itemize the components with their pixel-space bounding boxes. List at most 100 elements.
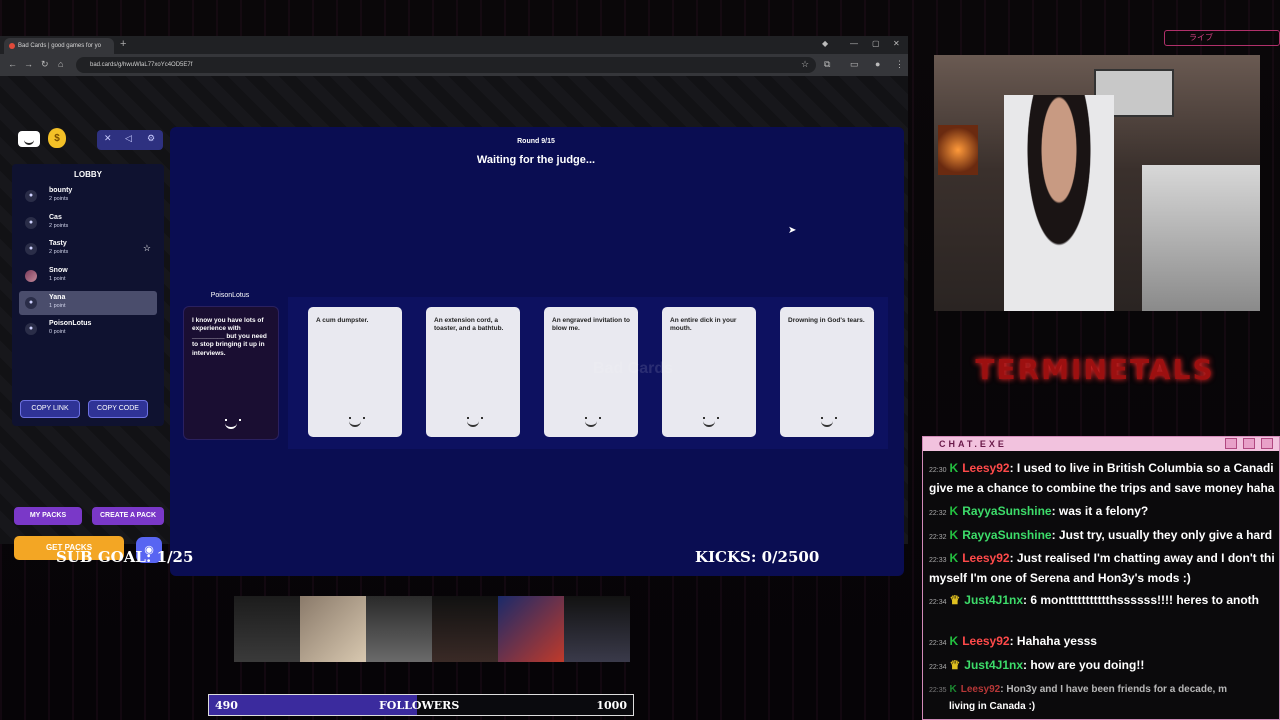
white-card-text: An entire dick in your mouth. [670,317,737,333]
white-card[interactable]: A cum dumpster. [308,307,402,437]
menu-icon[interactable]: ⋮ [895,59,904,70]
tab-title: Bad Cards | good games for yo [18,43,101,49]
smile-logo-icon [699,417,719,427]
chat-user[interactable]: Leesy92 [962,461,1009,475]
chat-text: : Just realised I'm chatting away and I … [1009,551,1275,565]
player-name: Cas [49,214,62,221]
chat-message: 22:34 ♛ Just4J1nx: how are you doing!! [929,658,1144,672]
user-icon: ● [25,217,37,229]
avatar [498,596,564,662]
sound-icon[interactable]: ◁ [125,133,132,144]
back-icon[interactable]: ← [8,59,17,69]
tab-bar: Bad Cards | good games for yo + ◆ — ▢ ✕ [0,36,908,54]
chat-user[interactable]: Leesy92 [962,634,1009,648]
chat-maximize-icon[interactable] [1243,438,1255,449]
smile-logo-icon [463,417,483,427]
chat-user[interactable]: Just4J1nx [964,658,1023,672]
copy-code-button[interactable]: COPY CODE [88,400,148,418]
game-board: Round 9/15 Waiting for the judge... ➤ Po… [170,127,904,576]
chat-user[interactable]: Just4J1nx [964,593,1023,607]
url-field[interactable]: bad.cards/g/hwuWlaL77xoYc4OD5E7f [76,57,816,73]
avatar [366,596,432,662]
followers-target: 1000 [596,699,627,712]
my-packs-button[interactable]: MY PACKS [14,507,82,525]
white-card-text: An engraved invitation to blow me. [552,317,631,333]
url-text: bad.cards/g/hwuWlaL77xoYc4OD5E7f [90,62,193,68]
player-name: Snow [49,267,68,274]
chat-close-icon[interactable] [1261,438,1273,449]
status-text: Waiting for the judge... [476,154,596,166]
top-decoration: ライブ [1164,30,1280,46]
white-card[interactable]: Drowning in God's tears. [780,307,874,437]
player-row[interactable]: ● Tasty 2 points ☆ [19,237,157,261]
chat-message: 22:30 K Leesy92: I used to live in British… [929,461,1274,475]
extensions-icon[interactable]: ⧉ [824,59,830,70]
player-row[interactable]: ● PoisonLotus 0 point [19,317,157,341]
favicon-icon [9,43,15,49]
followers-current: 490 [215,699,238,712]
money-bag-icon[interactable]: $ [48,128,66,148]
badge-icon: K [949,504,959,518]
maximize-icon[interactable]: ▢ [872,39,880,48]
lobby-panel: LOBBY ● bounty 2 points ● Cas 2 points ●… [12,164,164,426]
chat-user[interactable]: Leesy92 [962,551,1009,565]
sub-goal: SUB GOAL: 1/25 [56,548,194,566]
new-tab-icon[interactable]: + [120,38,126,50]
chat-text: : I used to live in British Columbia so … [1009,461,1274,475]
player-row[interactable]: ● bounty 2 points [19,184,157,208]
mute-icon[interactable]: ✕ [104,133,112,144]
player-points: 1 point [49,303,66,309]
avatar [25,270,37,282]
close-icon[interactable]: ✕ [893,39,900,48]
chat-user[interactable]: RayyaSunshine [962,528,1051,542]
followers-label: FOLLOWERS [379,699,460,712]
user-icon: ● [25,297,37,309]
smile-logo-icon [817,417,837,427]
avatar [300,596,366,662]
smile-logo-icon [345,417,365,427]
crown-badge-icon: ♛ [949,658,961,672]
mouse-cursor-icon: ➤ [788,225,797,236]
chat-message: 22:35 K Leesy92: Hon3y and I have been fri… [929,684,1227,695]
gear-icon[interactable]: ⚙ [147,133,155,144]
player-row-selected[interactable]: ● Yana 1 point [19,291,157,315]
bad-cards-logo[interactable] [18,131,40,147]
badge-icon: K [949,528,959,542]
address-bar-row: ← → ↻ ⌂ bad.cards/g/hwuWlaL77xoYc4OD5E7f… [0,54,908,76]
black-card-owner: PoisonLotus [210,292,250,299]
chat-minimize-icon[interactable] [1225,438,1237,449]
avatar [234,596,300,662]
black-card: I know you have lots of experience with … [184,307,278,439]
profile-icon[interactable]: ● [875,59,880,69]
white-card-text: An extension cord, a toaster, and a bath… [434,317,504,333]
reload-icon[interactable]: ↻ [41,59,49,70]
top-decoration-text: ライブ [1189,33,1213,42]
chat-message: 22:33 K Leesy92: Just realised I'm chattin… [929,551,1275,565]
chat-time: 22:32 [929,534,947,541]
sidepanel-icon[interactable]: ▭ [850,59,859,70]
chat-user[interactable]: RayyaSunshine [962,504,1051,518]
copy-link-button[interactable]: COPY LINK [20,400,80,418]
white-card[interactable]: An entire dick in your mouth. [662,307,756,437]
forward-icon[interactable]: → [24,59,33,69]
lobby-title: LOBBY [74,170,102,179]
chat-time: 22:34 [929,599,947,606]
chat-text: : Hon3y and I have been friends for a de… [1000,684,1227,695]
player-row[interactable]: Snow 1 point [19,264,157,288]
create-pack-button[interactable]: CREATE A PACK [92,507,164,525]
followers-goal-bar: 490 FOLLOWERS 1000 [208,694,634,716]
kicks-counter: KICKS: 0/2500 [695,548,820,566]
player-row[interactable]: ● Cas 2 points [19,211,157,235]
chat-user[interactable]: Leesy92 [961,684,1000,695]
chat-time: 22:35 [929,687,947,694]
bookmark-star-icon[interactable]: ☆ [801,59,809,70]
tab-search-icon[interactable]: ◆ [822,39,828,48]
white-card[interactable]: An extension cord, a toaster, and a bath… [426,307,520,437]
avatar [432,596,498,662]
home-icon[interactable]: ⌂ [58,59,63,69]
chat-time: 22:34 [929,664,947,671]
user-icon: ● [25,323,37,335]
minimize-icon[interactable]: — [850,39,858,48]
browser-tab[interactable]: Bad Cards | good games for yo [4,38,114,54]
chat-time: 22:34 [929,640,947,647]
